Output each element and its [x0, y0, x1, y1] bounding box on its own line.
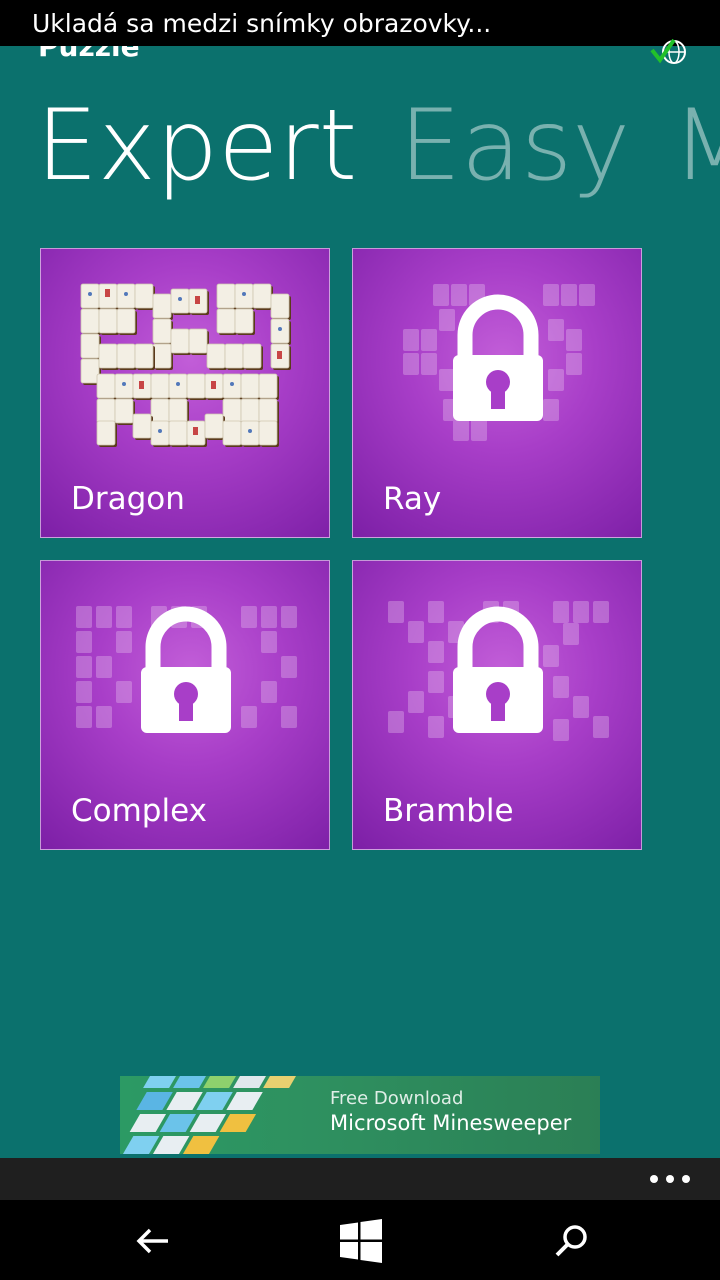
- globe-check-icon[interactable]: [648, 38, 694, 68]
- puzzle-label: Ray: [383, 481, 442, 517]
- puzzle-tile-complex[interactable]: Complex: [40, 560, 330, 850]
- puzzle-tile-dragon[interactable]: Dragon: [40, 248, 330, 538]
- windows-start-icon[interactable]: [336, 1216, 386, 1266]
- puzzle-tile-ray[interactable]: Ray: [352, 248, 642, 538]
- ad-subtitle: Free Download: [330, 1088, 464, 1109]
- navigation-bar: [0, 1200, 720, 1280]
- back-arrow-icon[interactable]: [128, 1216, 178, 1266]
- minesweeper-grid-image: [122, 1076, 300, 1154]
- pivot-tab-easy[interactable]: Easy: [399, 86, 630, 206]
- puzzle-label: Bramble: [383, 793, 514, 829]
- puzzle-tile-bramble[interactable]: Bramble: [352, 560, 642, 850]
- ad-banner[interactable]: Free Download Microsoft Minesweeper: [120, 1076, 600, 1154]
- puzzle-label: Complex: [71, 793, 207, 829]
- pivot-tab-expert[interactable]: Expert: [36, 86, 357, 206]
- pivot-tab-medium[interactable]: M: [672, 86, 720, 206]
- search-icon[interactable]: [546, 1216, 596, 1266]
- puzzle-label: Dragon: [71, 481, 185, 517]
- app-bar: [0, 1158, 720, 1200]
- ad-title: Microsoft Minesweeper: [330, 1111, 572, 1135]
- screenshot-toast: Ukladá sa medzi snímky obrazovky...: [0, 0, 720, 46]
- ellipsis-icon[interactable]: [650, 1168, 690, 1190]
- pivot-header: Expert Easy M: [36, 86, 720, 206]
